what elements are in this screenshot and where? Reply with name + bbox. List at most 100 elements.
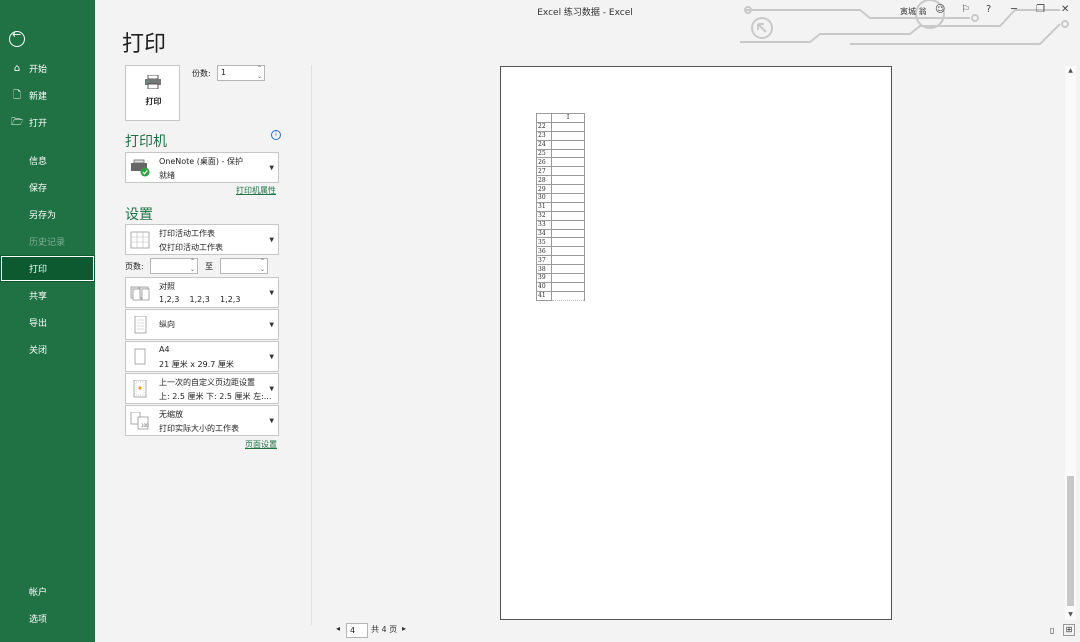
- nav-new[interactable]: 🗋 新建: [0, 82, 95, 109]
- print-what-line1: 打印活动工作表: [159, 229, 215, 238]
- row-number: 34: [536, 228, 552, 239]
- nav-label: 新建: [29, 92, 48, 102]
- help-icon[interactable]: ?: [986, 4, 991, 15]
- prev-page-icon[interactable]: ◂: [336, 624, 340, 633]
- zoom-to-page-icon[interactable]: ⊞: [1063, 624, 1075, 636]
- nav-open[interactable]: 🗁 打开: [0, 109, 95, 136]
- table-row: 22: [536, 121, 585, 132]
- nav-export[interactable]: 导出: [0, 309, 95, 336]
- printer-dropdown[interactable]: OneNote (桌面) - 保护 就绪 ▼: [125, 152, 279, 183]
- row-number: 37: [536, 255, 552, 266]
- empty-cell: [551, 201, 585, 212]
- margins-dropdown[interactable]: 上一次的自定义页边距设置 上: 2.5 厘米 下: 2.5 厘米 左:... ▼: [125, 373, 279, 404]
- paper-size-dropdown[interactable]: A4 21 厘米 x 29.7 厘米 ▼: [125, 341, 279, 372]
- nav-account[interactable]: 帐户: [0, 578, 95, 605]
- back-arrow-icon[interactable]: ←: [9, 28, 25, 47]
- empty-cell: [551, 281, 585, 292]
- window-title: Excel 练习数据 - Excel: [537, 8, 633, 18]
- nav-print[interactable]: 打印: [0, 255, 95, 282]
- scroll-up-icon[interactable]: ▲: [1065, 66, 1076, 76]
- table-row: 36: [536, 246, 585, 257]
- table-row: 25: [536, 148, 585, 159]
- table-row: 30: [536, 193, 585, 203]
- nav-save[interactable]: 保存: [0, 174, 95, 201]
- print-button[interactable]: 打印: [125, 65, 180, 121]
- empty-cell: [551, 121, 585, 132]
- empty-cell: [551, 290, 585, 301]
- nav-label: 开始: [29, 65, 48, 75]
- table-row: I: [536, 113, 585, 123]
- collate-dropdown[interactable]: 对照 1,2,3 1,2,3 1,2,3 ▼: [125, 277, 279, 308]
- pages-label: 页数:: [125, 262, 144, 271]
- printer-properties-link[interactable]: 打印机属性: [236, 185, 276, 196]
- row-number: 39: [536, 273, 552, 283]
- empty-cell: [551, 148, 585, 159]
- scrollbar-thumb[interactable]: [1067, 476, 1074, 606]
- spinner-arrows-icon[interactable]: ⌃ ⌄: [260, 258, 265, 274]
- table-row: 34: [536, 228, 585, 239]
- orientation-line1: 纵向: [159, 320, 175, 329]
- empty-cell: [551, 184, 585, 195]
- printer-ready-icon: [131, 159, 150, 176]
- nav-close[interactable]: 关闭: [0, 336, 95, 363]
- nav-options[interactable]: 选项: [0, 605, 95, 632]
- nav-home[interactable]: ⌂ 开始: [0, 55, 95, 82]
- orientation-dropdown[interactable]: 纵向 ▼: [125, 309, 279, 340]
- new-file-icon: 🗋: [12, 89, 22, 101]
- copies-spinner[interactable]: 1 ⌃ ⌄: [217, 65, 265, 81]
- next-page-icon[interactable]: ▸: [402, 624, 406, 633]
- empty-cell: [551, 139, 585, 150]
- empty-cell: [551, 273, 585, 283]
- svg-text:100: 100: [141, 423, 149, 428]
- print-what-line2: 仅打印活动工作表: [159, 243, 223, 252]
- row-number: 35: [536, 237, 552, 248]
- chevron-down-icon: ▼: [269, 236, 274, 243]
- preview-sheet-table: I 22 23 24 25 26 27 28 29 30 31 32 33 34 35 36 37 38 39 40…: [536, 113, 585, 301]
- print-button-label: 打印: [145, 97, 162, 106]
- minimize-icon[interactable]: ─: [1011, 4, 1017, 15]
- row-number: 28: [536, 175, 552, 186]
- pages-from-input[interactable]: ⌃ ⌄: [150, 258, 198, 274]
- page-number-input[interactable]: 4: [346, 623, 368, 638]
- feedback-icon[interactable]: ⚐: [961, 4, 970, 15]
- settings-section-title: 设置: [125, 207, 153, 223]
- nav-label: 打印: [29, 265, 48, 275]
- spinner-arrows-icon[interactable]: ⌃ ⌄: [190, 258, 195, 274]
- spinner-arrows-icon[interactable]: ⌃ ⌄: [257, 65, 262, 81]
- info-icon[interactable]: i: [271, 130, 281, 140]
- paper-line1: A4: [159, 345, 170, 354]
- page-setup-link[interactable]: 页面设置: [245, 439, 277, 450]
- table-row: 37: [536, 255, 585, 266]
- user-avatar-icon[interactable]: ☺: [935, 4, 945, 15]
- table-row: 41: [536, 290, 585, 301]
- vertical-scrollbar[interactable]: ▲ ▼: [1065, 66, 1076, 620]
- close-icon[interactable]: ✕: [1061, 4, 1069, 15]
- scaling-dropdown[interactable]: 100 无缩放 打印实际大小的工作表 ▼: [125, 405, 279, 436]
- print-what-dropdown[interactable]: 打印活动工作表 仅打印活动工作表 ▼: [125, 224, 279, 255]
- show-margins-icon[interactable]: ▯: [1050, 626, 1054, 635]
- nav-share[interactable]: 共享: [0, 282, 95, 309]
- table-row: 28: [536, 175, 585, 186]
- collate-icon: [130, 286, 150, 300]
- nav-label: 历史记录: [29, 238, 66, 248]
- row-number: 38: [536, 264, 552, 275]
- user-name[interactable]: 寅城 翁: [900, 6, 927, 17]
- nav-save-as[interactable]: 另存为: [0, 201, 95, 228]
- empty-cell: [551, 157, 585, 168]
- margins-icon: [133, 379, 147, 397]
- pages-to-input[interactable]: ⌃ ⌄: [220, 258, 268, 274]
- panel-divider: [311, 65, 312, 625]
- copies-value: 1: [221, 68, 227, 77]
- nav-info[interactable]: 信息: [0, 147, 95, 174]
- nav-history: 历史记录: [0, 228, 95, 255]
- paper-icon: [134, 348, 146, 364]
- scaling-line1: 无缩放: [159, 410, 183, 419]
- chevron-down-icon: ▼: [269, 385, 274, 392]
- restore-icon[interactable]: ❐: [1036, 4, 1045, 15]
- nav-label: 另存为: [29, 211, 57, 221]
- empty-cell: [551, 130, 585, 141]
- scroll-down-icon[interactable]: ▼: [1065, 610, 1076, 620]
- row-number: 26: [536, 157, 552, 168]
- chevron-down-icon: ▼: [269, 321, 274, 328]
- table-row: 32: [536, 210, 585, 221]
